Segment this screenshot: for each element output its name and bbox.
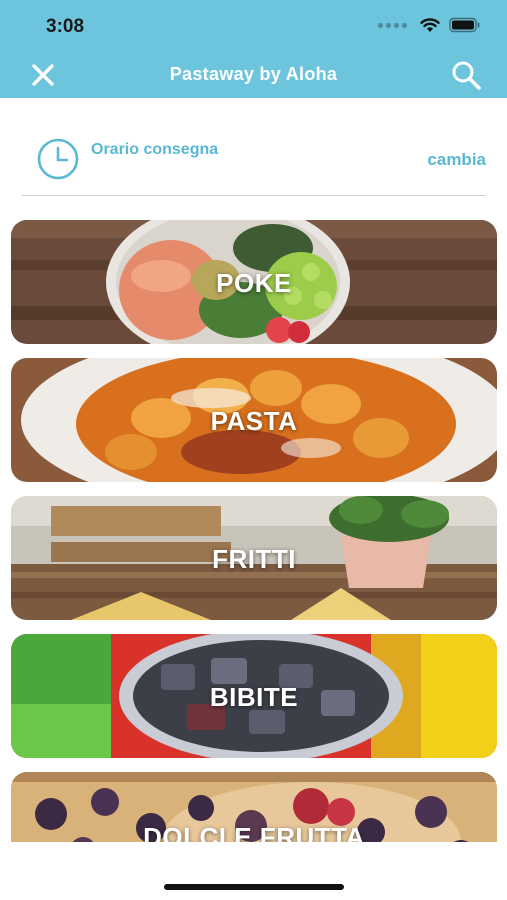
signal-icon (378, 22, 407, 28)
wifi-icon (420, 18, 440, 32)
clock-icon (37, 138, 79, 180)
search-icon[interactable] (449, 58, 483, 92)
category-card-fritti[interactable]: FRITTI (11, 496, 497, 620)
app-header: 3:08 Pastaway by Aloha (0, 0, 507, 98)
status-time: 3:08 (46, 16, 85, 37)
category-card-dolci-e-frutta[interactable]: DOLCI E FRUTTA (11, 772, 497, 842)
battery-icon (449, 17, 480, 33)
category-label-fritti: FRITTI (212, 544, 296, 574)
category-card-poke[interactable]: POKE (11, 220, 497, 344)
status-bar: 3:08 (0, 0, 507, 52)
category-label-bibite: BIBITE (209, 682, 299, 712)
page-title: Pastaway by Aloha (169, 64, 338, 84)
delivery-time-label: Orario consegna (91, 141, 219, 158)
category-card-pasta[interactable]: PASTA (11, 358, 497, 482)
category-card-bibite[interactable]: BIBITE (11, 634, 497, 758)
home-indicator (164, 884, 344, 890)
delivery-time-row: Orario consegna cambia (22, 130, 486, 196)
status-icons (378, 17, 481, 33)
category-label-dolci-e-frutta: DOLCI E FRUTTA (143, 822, 365, 842)
change-delivery-link[interactable]: cambia (427, 150, 486, 170)
category-label-poke: POKE (216, 268, 292, 298)
nav-bar: Pastaway by Aloha (0, 52, 507, 98)
category-list: POKE PASTA FRITTI BIBITE DOLCI E FRUTTA (11, 220, 497, 842)
category-label-pasta: PASTA (210, 406, 298, 436)
